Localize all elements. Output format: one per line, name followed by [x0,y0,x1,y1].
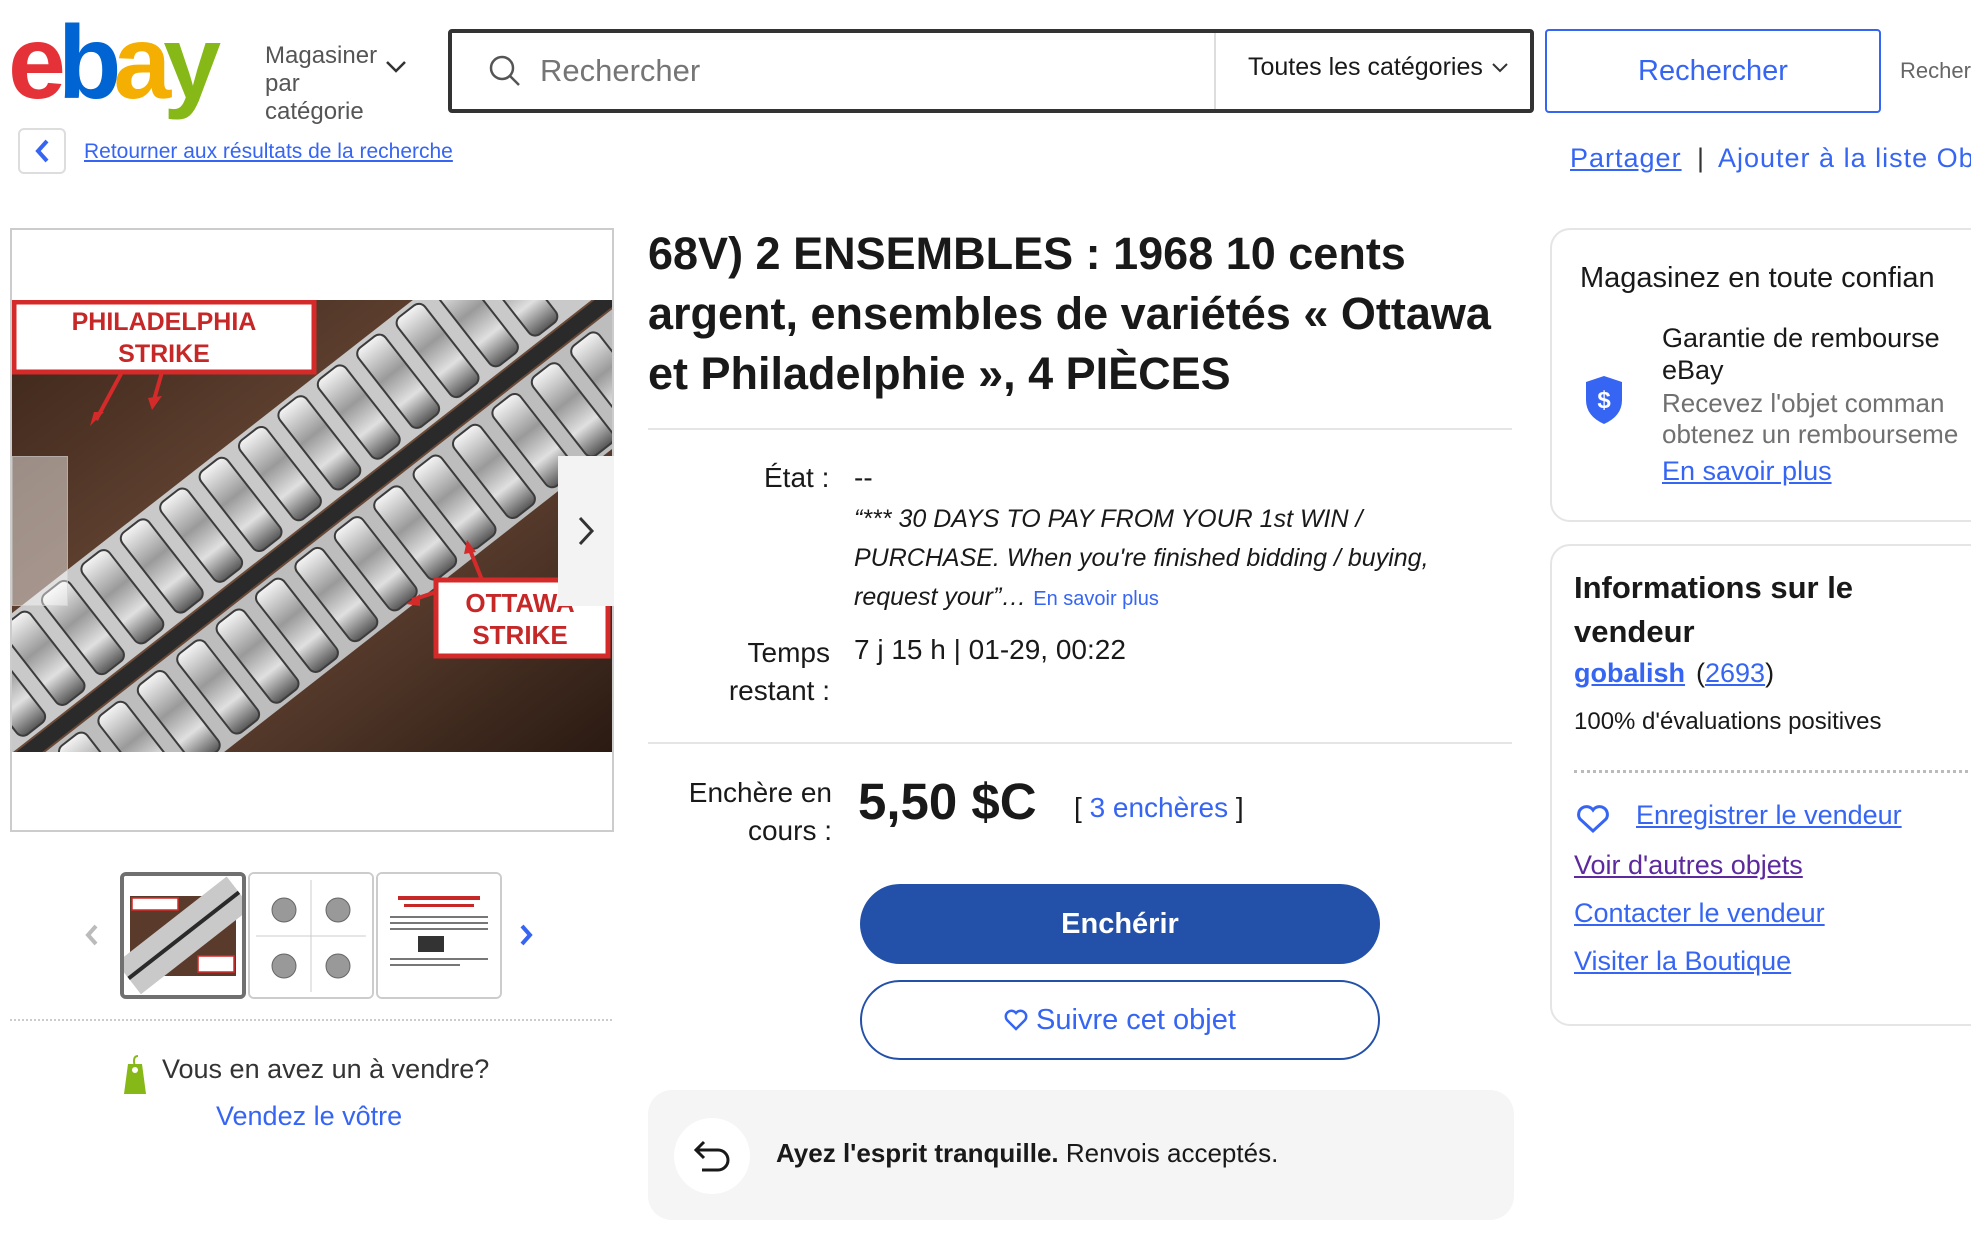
seller-feedback-link[interactable]: 2693 [1705,658,1765,688]
panel-title: Informations sur le vendeur [1574,570,1854,649]
condition-description: “*** 30 DAYS TO PAY FROM YOUR 1st WIN / … [854,500,1514,619]
svg-text:ebay: ebay [8,14,221,121]
thumbnail-next-button[interactable] [518,922,534,954]
sell-yours-link[interactable]: Vendez le vôtre [216,1101,402,1132]
category-select[interactable]: Toutes les catégories [1248,53,1483,82]
image-gallery: PHILADELPHIA STRIKE OTTAWA STRIKE [10,228,614,832]
watch-item-label: Suivre cet objet [1036,1003,1236,1036]
chevron-down-icon [1492,63,1508,73]
gallery-next-button[interactable] [558,456,614,606]
label-strike-bottom: STRIKE [472,620,567,650]
condition-value: -- [854,462,873,493]
search-icon [489,55,520,86]
bid-count: [ 3 enchères ] [1074,792,1244,824]
seller-name: gobalish [1574,658,1685,689]
seller-info-panel: Informations sur le vendeur gobalish (26… [1550,544,1971,1026]
back-button[interactable] [18,128,66,174]
condition-read-more-link[interactable]: En savoir plus [1033,588,1159,610]
divider [10,1019,612,1021]
chevron-right-icon [520,924,533,946]
return-icon [674,1118,750,1194]
returns-bold: Ayez l'esprit tranquille. [776,1138,1059,1168]
back-to-results-link[interactable]: Retourner aux résultats de la recherche [84,140,453,164]
visit-store-link[interactable]: Visiter la Boutique [1574,946,1791,977]
returns-banner: Ayez l'esprit tranquille. Renvois accept… [648,1090,1514,1220]
seller-positive-feedback: 100% d'évaluations positives [1574,708,1882,735]
chevron-right-icon [578,516,595,546]
returns-detail: Renvois acceptés. [1058,1138,1279,1168]
search-input[interactable] [540,53,1160,89]
panel-title: Magasinez en toute confian [1580,262,1935,294]
see-other-items-link[interactable]: Voir d'autres objets [1574,850,1803,881]
time-left-label: Temps restant : [728,637,830,706]
item-title: 68V) 2 ENSEMBLES : 1968 10 cents argent,… [648,228,1491,399]
time-left-value: 7 j 15 h | 01-29, 00:22 [854,634,1126,665]
thumbnail-1[interactable] [120,872,246,999]
shield-icon: $ [1586,376,1622,424]
advanced-search-link[interactable]: Recher [1900,58,1971,84]
returns-text: Ayez l'esprit tranquille. Renvois accept… [776,1138,1278,1169]
chevron-down-icon [386,61,406,73]
seller-feedback-score: (2693) [1696,658,1774,689]
thumbnail-2[interactable] [248,872,374,999]
mbg-title-line2: eBay [1662,355,1724,385]
search-bar: Toutes les catégories [448,29,1534,113]
chevron-left-icon [35,139,49,163]
mbg-desc-line1: Recevez l'objet comman [1662,388,1945,418]
gallery-prev-button[interactable] [12,456,68,606]
heart-icon[interactable] [1576,804,1610,834]
money-back-guarantee-title: Garantie de rembourse eBay [1662,322,1940,386]
seller-profile-link[interactable]: gobalish [1574,658,1685,688]
divider [648,428,1512,430]
bid-count-open-bracket: [ [1074,792,1090,823]
learn-more-link[interactable]: En savoir plus [1662,456,1832,487]
divider [1214,33,1216,109]
add-to-watchlist-link[interactable]: Ajouter à la liste Ob [1718,143,1971,174]
thumbnail-prev-button[interactable] [84,922,100,954]
share-link[interactable]: Partager [1570,143,1682,174]
divider [648,742,1512,744]
save-seller-link[interactable]: Enregistrer le vendeur [1636,800,1902,831]
svg-text:$: $ [1597,387,1611,414]
contact-seller-link[interactable]: Contacter le vendeur [1574,898,1825,929]
seller-score-open-paren: ( [1696,658,1705,688]
divider: | [1697,143,1705,173]
watch-item-button[interactable]: Suivre cet objet [860,980,1380,1060]
shop-by-category-button[interactable]: Magasiner par catégorie [265,42,405,126]
condition-label: État : [764,462,830,493]
thumbnail-3[interactable] [376,872,502,999]
label-philadelphia: PHILADELPHIA [72,308,257,336]
bid-count-close-bracket: ] [1228,792,1244,823]
search-button[interactable]: Rechercher [1545,29,1881,113]
divider [1574,770,1971,773]
seller-score-close-paren: ) [1765,658,1775,688]
heart-icon [1004,1009,1028,1031]
bid-history-link[interactable]: 3 enchères [1090,792,1229,823]
shop-by-category-label: Magasiner par catégorie [265,42,378,125]
chevron-left-icon [85,924,98,946]
money-back-guarantee-description: Recevez l'objet comman obtenez un rembour… [1662,388,1958,450]
label-strike-top: STRIKE [118,340,210,368]
mbg-title-line1: Garantie de rembourse [1662,323,1940,353]
shop-with-confidence-panel: Magasinez en toute confian $ Garantie de… [1550,228,1971,522]
mbg-desc-line2: obtenez un rembourseme [1662,419,1959,449]
current-bid-label: Enchère en cours : [688,777,832,846]
main-item-image[interactable]: PHILADELPHIA STRIKE OTTAWA STRIKE [12,300,612,752]
current-price: 5,50 $C [858,773,1037,830]
sell-question: Vous en avez un à vendre? [162,1054,490,1084]
place-bid-button[interactable]: Enchérir [860,884,1380,964]
price-tag-icon [124,1055,146,1094]
ebay-logo[interactable]: ebay [8,5,248,124]
